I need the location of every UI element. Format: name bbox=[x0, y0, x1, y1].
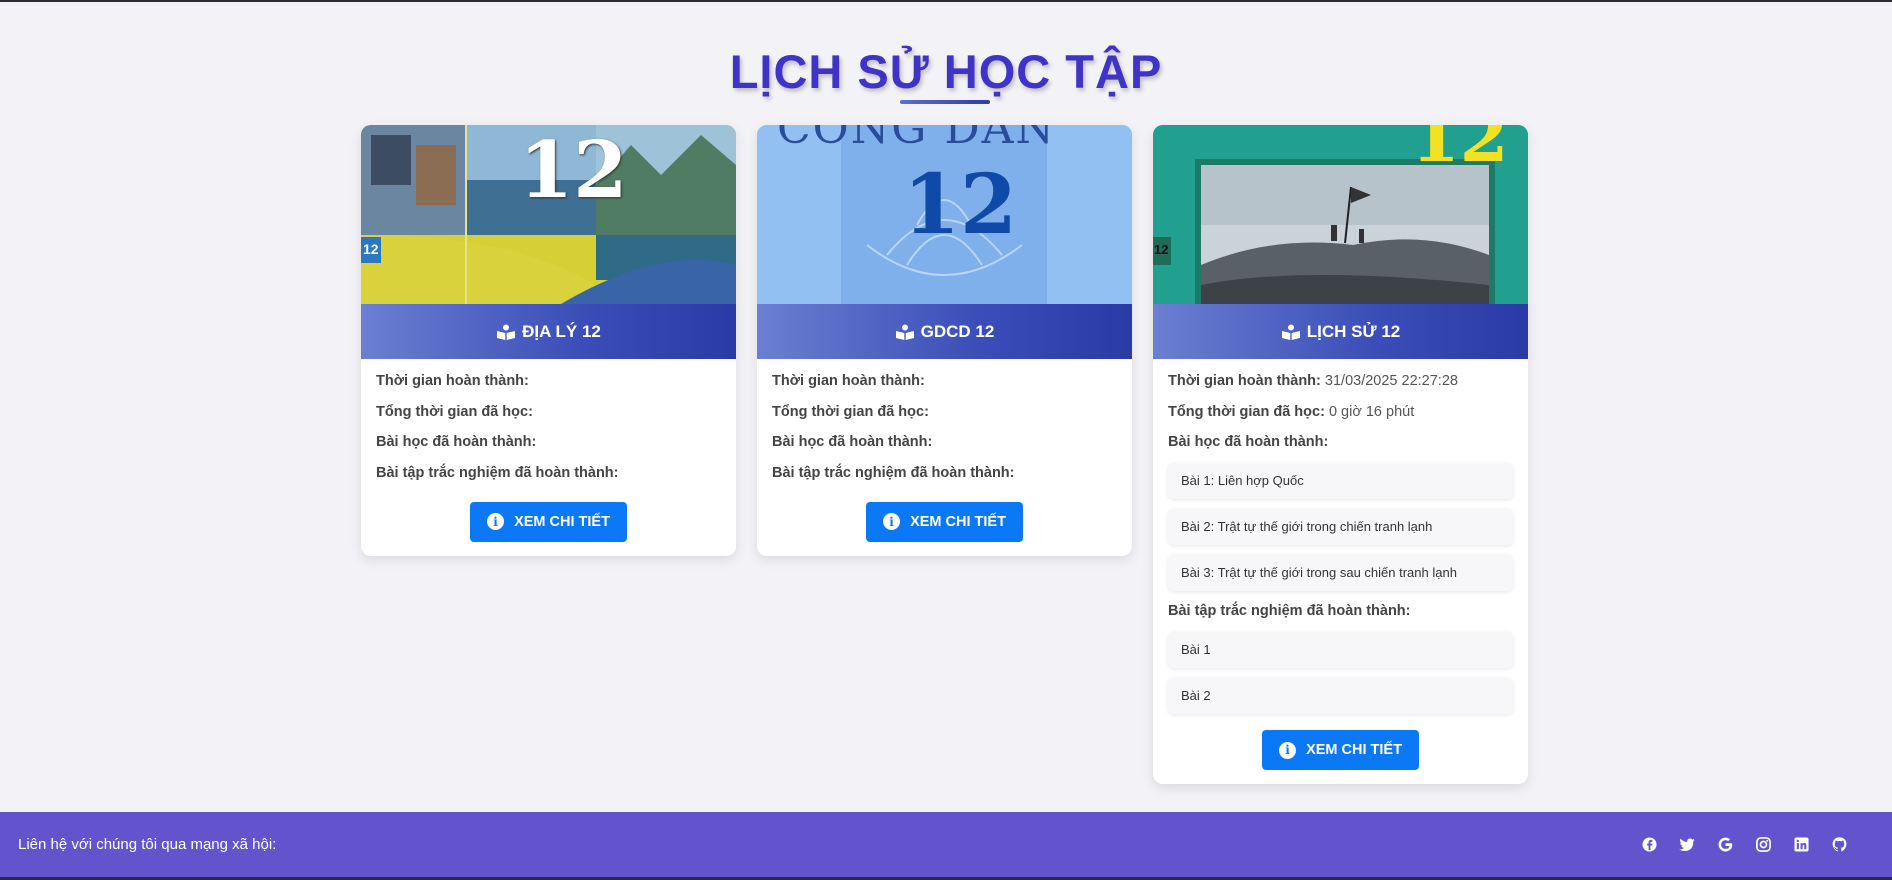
social-links bbox=[1641, 837, 1847, 853]
card-body: Thời gian hoàn thành: Tổng thời gian đã … bbox=[757, 359, 1132, 556]
cover-number: 12 bbox=[903, 157, 1018, 253]
lesson-item[interactable]: Bài 2: Trật tự thế giới trong chiến tran… bbox=[1168, 509, 1513, 545]
cover-image-dialy: 12 12 bbox=[361, 125, 736, 304]
lessons-done-label: Bài học đã hoàn thành: bbox=[376, 434, 537, 450]
view-details-button[interactable]: i XEM CHI TIẾT bbox=[470, 501, 627, 542]
quizzes-done-label: Bài tập trắc nghiệm đã hoàn thành: bbox=[1168, 603, 1411, 619]
footer-contact-text: Liên hệ với chúng tôi qua mạng xã hội: bbox=[18, 836, 277, 853]
subject-card-lichsu: 12 12 LỊCH SỬ 12 Thời gian hoàn thành: 3… bbox=[1153, 125, 1528, 784]
completion-time-label: Thời gian hoàn thành: bbox=[1168, 373, 1321, 389]
completion-time-label: Thời gian hoàn thành: bbox=[376, 373, 529, 389]
view-details-label: XEM CHI TIẾT bbox=[1306, 742, 1402, 758]
lessons-done-label: Bài học đã hoàn thành: bbox=[1168, 434, 1329, 450]
card-body: Thời gian hoàn thành: Tổng thời gian đã … bbox=[361, 359, 736, 556]
total-time-row: Tổng thời gian đã học: bbox=[376, 404, 721, 421]
quizzes-done-row: Bài tập trắc nghiệm đã hoàn thành: bbox=[1168, 603, 1513, 620]
lesson-item[interactable]: Bài 1: Liên hợp Quốc bbox=[1168, 463, 1513, 499]
footer: Liên hệ với chúng tôi qua mạng xã hội: bbox=[0, 812, 1892, 877]
google-icon[interactable] bbox=[1717, 837, 1733, 853]
quizzes-done-row: Bài tập trắc nghiệm đã hoàn thành: bbox=[772, 465, 1117, 482]
lesson-item[interactable]: Bài 3: Trật tự thế giới trong sau chiến … bbox=[1168, 555, 1513, 591]
lessons-done-label: Bài học đã hoàn thành: bbox=[772, 434, 933, 450]
card-title: GDCD 12 bbox=[920, 321, 995, 341]
cover-number: 12 bbox=[1411, 125, 1509, 178]
info-icon: i bbox=[487, 513, 505, 530]
total-time-row: Tổng thời gian đã học: 0 giờ 16 phút bbox=[1168, 404, 1513, 421]
card-header: LỊCH SỬ 12 bbox=[1153, 304, 1528, 359]
cover-badge: 12 bbox=[1154, 242, 1169, 257]
info-icon: i bbox=[1279, 741, 1297, 759]
quizzes-done-label: Bài tập trắc nghiệm đã hoàn thành: bbox=[772, 464, 1015, 481]
view-details-button[interactable]: i XEM CHI TIẾT bbox=[1262, 730, 1419, 770]
cover-badge: 12 bbox=[363, 241, 379, 257]
book-reader-icon bbox=[895, 324, 914, 340]
book-reader-icon bbox=[1281, 324, 1300, 340]
page-title: LỊCH SỬ HỌC TẬP bbox=[729, 45, 1163, 98]
twitter-icon[interactable] bbox=[1679, 837, 1695, 853]
instagram-icon[interactable] bbox=[1755, 837, 1771, 853]
linkedin-icon[interactable] bbox=[1793, 837, 1809, 853]
lessons-done-row: Bài học đã hoàn thành: bbox=[376, 434, 721, 451]
view-details-label: XEM CHI TIẾT bbox=[514, 513, 610, 530]
info-icon: i bbox=[883, 513, 901, 530]
subject-card-gdcd: CÔNG DÂN 12 GDCD 12 Thời gian hoàn thành… bbox=[757, 125, 1132, 556]
view-details-label: XEM CHI TIẾT bbox=[910, 513, 1006, 530]
completion-time-label: Thời gian hoàn thành: bbox=[772, 373, 925, 389]
view-details-button[interactable]: i XEM CHI TIẾT bbox=[866, 501, 1023, 542]
completion-time-value: 31/03/2025 22:27:28 bbox=[1324, 373, 1458, 389]
completion-time-row: Thời gian hoàn thành: bbox=[772, 373, 1117, 390]
card-title: ĐỊA LÝ 12 bbox=[522, 321, 601, 341]
total-time-label: Tổng thời gian đã học: bbox=[376, 403, 533, 420]
total-time-label: Tổng thời gian đã học: bbox=[1168, 403, 1325, 420]
cover-number: 12 bbox=[519, 125, 628, 216]
quiz-item[interactable]: Bài 2 bbox=[1168, 678, 1513, 714]
cover-image-lichsu: 12 12 bbox=[1153, 125, 1528, 304]
subject-card-dialy: 12 12 ĐỊA LÝ 12 Thời gian hoàn thành: Tổ… bbox=[361, 125, 736, 556]
cover-image-gdcd: CÔNG DÂN 12 bbox=[757, 125, 1132, 304]
facebook-icon[interactable] bbox=[1641, 837, 1657, 853]
quizzes-done-row: Bài tập trắc nghiệm đã hoàn thành: bbox=[376, 465, 721, 482]
card-title: LỊCH SỬ 12 bbox=[1306, 321, 1401, 341]
lessons-done-row: Bài học đã hoàn thành: bbox=[1168, 434, 1513, 451]
cover-heading: CÔNG DÂN bbox=[777, 125, 1056, 154]
github-icon[interactable] bbox=[1831, 837, 1847, 853]
card-body: Thời gian hoàn thành: 31/03/2025 22:27:2… bbox=[1153, 359, 1528, 784]
total-time-value: 0 giờ 16 phút bbox=[1328, 403, 1415, 420]
card-header: ĐỊA LÝ 12 bbox=[361, 304, 736, 359]
total-time-label: Tổng thời gian đã học: bbox=[772, 403, 929, 420]
completion-time-row: Thời gian hoàn thành: bbox=[376, 373, 721, 390]
quizzes-done-label: Bài tập trắc nghiệm đã hoàn thành: bbox=[376, 464, 619, 481]
completion-time-row: Thời gian hoàn thành: 31/03/2025 22:27:2… bbox=[1168, 373, 1513, 390]
title-underline bbox=[900, 100, 990, 104]
lessons-done-row: Bài học đã hoàn thành: bbox=[772, 434, 1117, 451]
total-time-row: Tổng thời gian đã học: bbox=[772, 404, 1117, 421]
book-reader-icon bbox=[497, 324, 516, 340]
card-header: GDCD 12 bbox=[757, 304, 1132, 359]
quiz-item[interactable]: Bài 1 bbox=[1168, 632, 1513, 668]
